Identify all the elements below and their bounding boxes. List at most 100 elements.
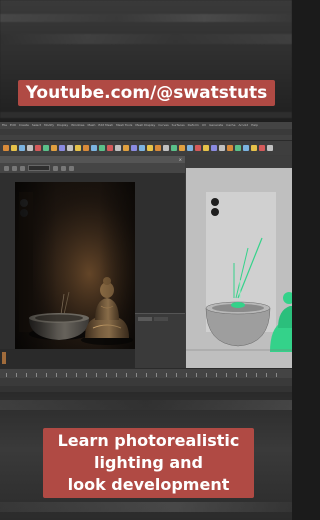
shelf-tool-icon[interactable] bbox=[83, 145, 89, 151]
shelf-tool-icon[interactable] bbox=[171, 145, 177, 151]
tab-attributes[interactable] bbox=[154, 317, 168, 321]
tab-render-settings[interactable] bbox=[138, 317, 152, 321]
shelf-tool-icon[interactable] bbox=[19, 145, 25, 151]
shelf-tool-icon[interactable] bbox=[11, 145, 17, 151]
shelf-tool-icon[interactable] bbox=[99, 145, 105, 151]
timeline-tick bbox=[46, 373, 47, 377]
rgb-icon[interactable] bbox=[53, 165, 58, 171]
shelf-tool-icon[interactable] bbox=[267, 145, 273, 151]
close-icon[interactable]: × bbox=[174, 156, 182, 163]
render-icon[interactable] bbox=[4, 165, 9, 171]
menu-item[interactable]: Cache bbox=[226, 122, 235, 129]
timeline-tick bbox=[206, 373, 207, 377]
shelf-tool-icon[interactable] bbox=[91, 145, 97, 151]
timeline-tick bbox=[16, 373, 17, 377]
menu-item[interactable]: Curves bbox=[158, 122, 168, 129]
render-snapshot-strip[interactable] bbox=[0, 349, 135, 368]
shelf-tool-icon[interactable] bbox=[51, 145, 57, 151]
snapshot-icon[interactable] bbox=[20, 165, 25, 171]
shelf-tool-icon[interactable] bbox=[107, 145, 113, 151]
shelf-tool-icon[interactable] bbox=[139, 145, 145, 151]
viewport-menubar[interactable] bbox=[186, 156, 292, 168]
shelf-tool-icon[interactable] bbox=[211, 145, 217, 151]
timeline-tick bbox=[146, 373, 147, 377]
menu-item[interactable]: Select bbox=[32, 122, 41, 129]
blurred-shelf bbox=[0, 34, 292, 44]
time-slider[interactable] bbox=[0, 368, 292, 378]
menu-item[interactable]: Edit Mesh bbox=[98, 122, 113, 129]
timeline-tick bbox=[266, 373, 267, 377]
timeline-tick bbox=[6, 373, 7, 377]
shelf-tool-icon[interactable] bbox=[219, 145, 225, 151]
perspective-viewport[interactable] bbox=[186, 168, 292, 368]
alpha-icon[interactable] bbox=[61, 165, 66, 171]
menu-item[interactable]: Deform bbox=[188, 122, 199, 129]
shelf-tool-icon[interactable] bbox=[243, 145, 249, 151]
shelf-tool-icon[interactable] bbox=[155, 145, 161, 151]
timeline-tick bbox=[226, 373, 227, 377]
timeline-tick bbox=[116, 373, 117, 377]
menu-item[interactable]: Mesh Display bbox=[135, 122, 155, 129]
timeline-tick bbox=[36, 373, 37, 377]
timeline-tick bbox=[216, 373, 217, 377]
menu-item[interactable]: Mesh bbox=[88, 122, 96, 129]
shelf-tool-icon[interactable] bbox=[75, 145, 81, 151]
render-view-panel bbox=[0, 173, 185, 368]
zoom-icon[interactable] bbox=[69, 165, 74, 171]
shelf-tool-icon[interactable] bbox=[163, 145, 169, 151]
shelf-tool-icon[interactable] bbox=[179, 145, 185, 151]
shelf-tool-icon[interactable] bbox=[67, 145, 73, 151]
course-caption: Learn photorealistic lighting and look d… bbox=[43, 428, 254, 498]
menu-item[interactable]: UV bbox=[202, 122, 206, 129]
menu-item[interactable]: Arnold bbox=[238, 122, 248, 129]
shelf-tool-icon[interactable] bbox=[123, 145, 129, 151]
menu-item[interactable]: Modify bbox=[44, 122, 54, 129]
range-slider[interactable] bbox=[0, 378, 292, 386]
shelf-tool-icon[interactable] bbox=[227, 145, 233, 151]
snapshot-thumbs bbox=[2, 352, 6, 364]
camera-select[interactable] bbox=[28, 165, 50, 171]
shelf-tool-icon[interactable] bbox=[235, 145, 241, 151]
shelf-tool-icon[interactable] bbox=[203, 145, 209, 151]
menu-item[interactable]: Display bbox=[57, 122, 68, 129]
menu-item[interactable]: Generate bbox=[209, 122, 223, 129]
shelf-tool-icon[interactable] bbox=[147, 145, 153, 151]
timeline-tick bbox=[86, 373, 87, 377]
shelf-tool-icon[interactable] bbox=[35, 145, 41, 151]
timeline-tick bbox=[176, 373, 177, 377]
shelf-tool-icon[interactable] bbox=[27, 145, 33, 151]
render-view-toolbar bbox=[0, 163, 185, 173]
maya-app-window: File Edit Create Select Modify Display Windows… bbox=[0, 122, 292, 394]
shelf-tool-icon[interactable] bbox=[195, 145, 201, 151]
youtube-channel-caption: Youtube.com/@swatstuts bbox=[18, 80, 275, 106]
shelf-tool-icon[interactable] bbox=[59, 145, 65, 151]
blurred-menubar bbox=[0, 14, 292, 22]
shelf-tool-icon[interactable] bbox=[187, 145, 193, 151]
render-settings-panel bbox=[135, 313, 185, 368]
menu-item[interactable]: Windows bbox=[71, 122, 84, 129]
shelf-tool-icon[interactable] bbox=[131, 145, 137, 151]
menu-item[interactable]: Surfaces bbox=[172, 122, 185, 129]
menu-item[interactable]: File bbox=[2, 122, 7, 129]
timeline-tick bbox=[166, 373, 167, 377]
render-view-titlebar: Render View × bbox=[0, 156, 185, 172]
shelf-tool-icon[interactable] bbox=[259, 145, 265, 151]
timeline-tick bbox=[246, 373, 247, 377]
shelf-tool-icon[interactable] bbox=[251, 145, 257, 151]
blurred-divider bbox=[0, 112, 292, 118]
menu-item[interactable]: Create bbox=[19, 122, 29, 129]
menu-item[interactable]: Mesh Tools bbox=[116, 122, 132, 129]
timeline-tick bbox=[96, 373, 97, 377]
menu-item[interactable]: Edit bbox=[10, 122, 16, 129]
timeline-tick bbox=[76, 373, 77, 377]
shelf-tool-icon[interactable] bbox=[43, 145, 49, 151]
blurred-toolbar bbox=[0, 502, 292, 512]
ipr-icon[interactable] bbox=[12, 165, 17, 171]
shelf-tool-icon[interactable] bbox=[3, 145, 9, 151]
shelf-tool-icon[interactable] bbox=[115, 145, 121, 151]
menu-item[interactable]: Help bbox=[251, 122, 258, 129]
timeline-tick bbox=[56, 373, 57, 377]
timeline-tick bbox=[186, 373, 187, 377]
caption-line-1: Learn photorealistic bbox=[57, 431, 240, 450]
timeline-tick bbox=[196, 373, 197, 377]
